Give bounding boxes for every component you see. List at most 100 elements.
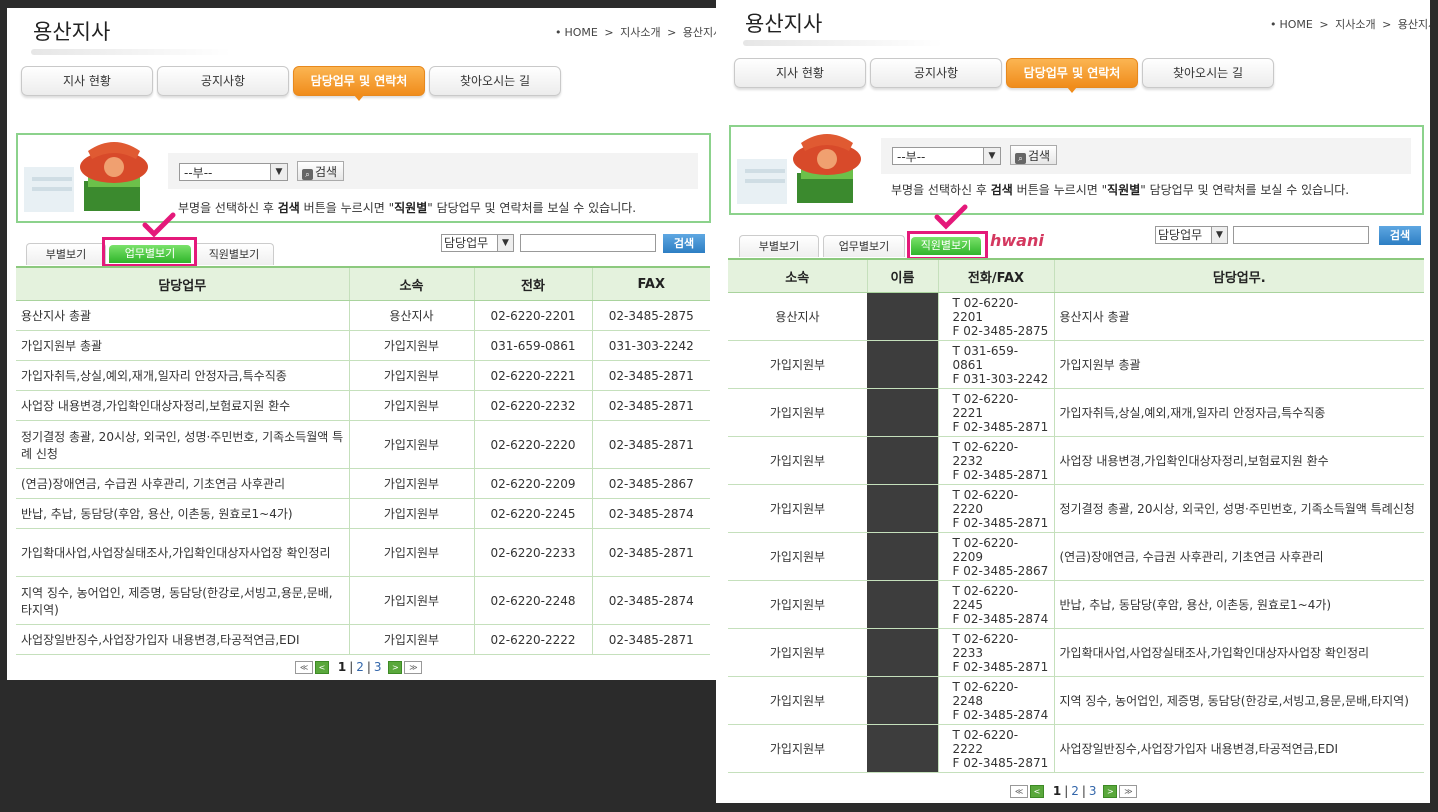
column-header[interactable]: 소속 (728, 258, 867, 293)
dept-cell: 가입지원부 (348, 420, 474, 469)
dept-cell: 가입지원부 (348, 528, 474, 577)
task-cell: 지역 징수, 농어업인, 제증명, 동담당(한강로,서빙고,용문,문배,타지역) (16, 576, 349, 625)
breadcrumb-current[interactable]: 용산지사 (1398, 18, 1430, 31)
fax-number: F 02-3485-2871 (952, 755, 1049, 770)
breadcrumb-home[interactable]: HOME (1280, 18, 1313, 31)
phone-cell: 031-659-0861 (473, 330, 592, 361)
tab-duties-contacts[interactable]: 담당업무 및 연락처 (1006, 58, 1138, 93)
dept-select[interactable]: --부-- ▼ (892, 147, 1001, 165)
tab-branch-status[interactable]: 지사 현황 (734, 58, 866, 88)
last-page-button[interactable]: ≫ (404, 661, 423, 674)
column-header[interactable]: 전화/FAX (937, 258, 1054, 293)
dept-cell: 가입지원부 (728, 388, 867, 437)
highlight-box (102, 237, 197, 267)
phone-number: T 02-6220-2209 (952, 535, 1019, 564)
right-panel: 용산지사 •HOME > 지사소개 > 용산지사 지사 현황 공지사항 담당업무… (716, 0, 1430, 803)
tab-branch-status[interactable]: 지사 현황 (21, 66, 153, 96)
filter-search-button[interactable]: 검색 (663, 234, 705, 253)
telephone-icon (737, 134, 861, 204)
column-header[interactable]: FAX (591, 266, 710, 301)
filter-input[interactable] (1233, 226, 1369, 244)
next-page-button[interactable]: > (1103, 785, 1118, 798)
task-cell: 정기결정 총괄, 20시상, 외국인, 성명·주민번호, 기족소득월액 특례신청 (1053, 484, 1424, 533)
prev-page-button[interactable]: < (1030, 785, 1044, 798)
page-number[interactable]: 3 (1089, 784, 1097, 798)
first-page-button[interactable]: ≪ (295, 661, 313, 674)
last-page-button[interactable]: ≫ (1119, 785, 1138, 798)
fax-number: F 02-3485-2875 (952, 323, 1049, 338)
column-header[interactable]: 소속 (348, 266, 474, 301)
fax-cell: 02-3485-2871 (591, 390, 710, 421)
phone-fax-cell: T 02-6220-2201 F 02-3485-2875 (937, 292, 1054, 341)
name-cell-redacted (867, 388, 938, 437)
fax-cell: 02-3485-2874 (591, 576, 710, 625)
column-header[interactable]: 담당업무 (16, 266, 349, 301)
column-header[interactable]: 전화 (473, 266, 592, 301)
tab-directions[interactable]: 찾아오시는 길 (1142, 58, 1274, 88)
fax-number: F 02-3485-2874 (952, 611, 1049, 626)
dept-search-button[interactable]: ⌕ 검색 (1010, 145, 1058, 165)
filter-select[interactable]: 담당업무 ▼ (441, 234, 514, 252)
phone-number: T 031-659-0861 (952, 343, 1019, 372)
task-cell: 가입확대사업,사업장실태조사,가입확인대상자사업장 확인정리 (1053, 628, 1424, 677)
page-number-current[interactable]: 1 (1053, 784, 1061, 798)
chevron-down-icon: ▼ (497, 235, 513, 251)
filter-select[interactable]: 담당업무 ▼ (1155, 226, 1228, 244)
watermark-text: hwani (990, 231, 1044, 250)
page-number[interactable]: 2 (1071, 784, 1079, 798)
subtab-by-dept[interactable]: 부별보기 (739, 235, 819, 257)
tab-duties-contacts[interactable]: 담당업무 및 연락처 (293, 66, 425, 101)
filter-input[interactable] (520, 234, 656, 252)
breadcrumb-about[interactable]: 지사소개 (620, 26, 660, 39)
breadcrumb-about[interactable]: 지사소개 (1335, 18, 1375, 31)
page-number[interactable]: 3 (374, 660, 382, 674)
dept-cell: 가입지원부 (348, 468, 474, 499)
first-page-button[interactable]: ≪ (1010, 785, 1028, 798)
column-header[interactable]: 이름 (866, 258, 938, 293)
phone-cell: 02-6220-2201 (473, 300, 592, 331)
prev-page-button[interactable]: < (315, 661, 329, 674)
phone-number: T 02-6220-2248 (952, 679, 1019, 708)
dept-search-box: --부-- ▼ ⌕ 검색 부명을 선택하신 후 검색 버튼을 누르시면 "직원별" … (16, 133, 711, 223)
task-cell: 반납, 추납, 동담당(후암, 용산, 이촌동, 원효로1~4가) (16, 498, 349, 529)
subtab-by-task[interactable]: 업무별보기 (823, 235, 905, 257)
breadcrumb: •HOME > 지사소개 > 용산지사 (1270, 16, 1430, 32)
next-page-button[interactable]: > (388, 661, 403, 674)
tab-directions[interactable]: 찾아오시는 길 (429, 66, 561, 96)
task-cell: 반납, 추납, 동담당(후암, 용산, 이촌동, 원효로1~4가) (1053, 580, 1424, 629)
dept-search-button[interactable]: ⌕ 검색 (297, 161, 345, 181)
tab-notices[interactable]: 공지사항 (157, 66, 289, 96)
tab-notices[interactable]: 공지사항 (870, 58, 1002, 88)
phone-number: T 02-6220-2201 (952, 295, 1019, 324)
breadcrumb-home[interactable]: HOME (565, 26, 598, 39)
phone-cell: 02-6220-2233 (473, 528, 592, 577)
fax-cell: 02-3485-2867 (591, 468, 710, 499)
task-cell: 용산지사 총괄 (16, 300, 349, 331)
page-number[interactable]: 2 (356, 660, 364, 674)
name-cell-redacted (867, 580, 938, 629)
table-row: 가입지원부 T 02-6220-2220 F 02-3485-2871 정기결정 총괄… (728, 484, 1424, 533)
highlight-box (907, 231, 988, 260)
page-separator: | (1064, 784, 1069, 798)
table-row: 사업장 내용변경,가입확인대상자정리,보험료지원 환수 가입지원부 02-6220-… (16, 390, 710, 421)
page-number-current[interactable]: 1 (338, 660, 346, 674)
table-row: 용산지사 T 02-6220-2201 F 02-3485-2875 용산지사 총괄 (728, 292, 1424, 341)
dept-cell: 가입지원부 (728, 484, 867, 533)
breadcrumb-current[interactable]: 용산지사 (683, 26, 716, 39)
filter-search-button[interactable]: 검색 (1379, 226, 1421, 245)
checkmark-icon (934, 204, 968, 230)
fax-number: F 02-3485-2867 (952, 563, 1049, 578)
phone-cell: 02-6220-2222 (473, 624, 592, 655)
column-header[interactable]: 담당업무. (1053, 258, 1424, 293)
task-cell: 사업장 내용변경,가입확인대상자정리,보험료지원 환수 (1053, 436, 1424, 485)
phone-fax-cell: T 02-6220-2221 F 02-3485-2871 (937, 388, 1054, 437)
fax-cell: 02-3485-2871 (591, 528, 710, 577)
breadcrumb: •HOME > 지사소개 > 용산지사 (555, 24, 716, 40)
phone-fax-cell: T 02-6220-2245 F 02-3485-2874 (937, 580, 1054, 629)
subtab-by-staff[interactable]: 직원별보기 (194, 243, 274, 265)
dept-select[interactable]: --부-- ▼ (179, 163, 288, 181)
task-cell: 가입자취득,상실,예외,재개,일자리 안정자금,특수직종 (1053, 388, 1424, 437)
subtab-by-dept[interactable]: 부별보기 (26, 243, 106, 265)
table-row: 용산지사 총괄 용산지사 02-6220-2201 02-3485-2875 (16, 300, 710, 331)
fax-number: F 02-3485-2871 (952, 419, 1049, 434)
